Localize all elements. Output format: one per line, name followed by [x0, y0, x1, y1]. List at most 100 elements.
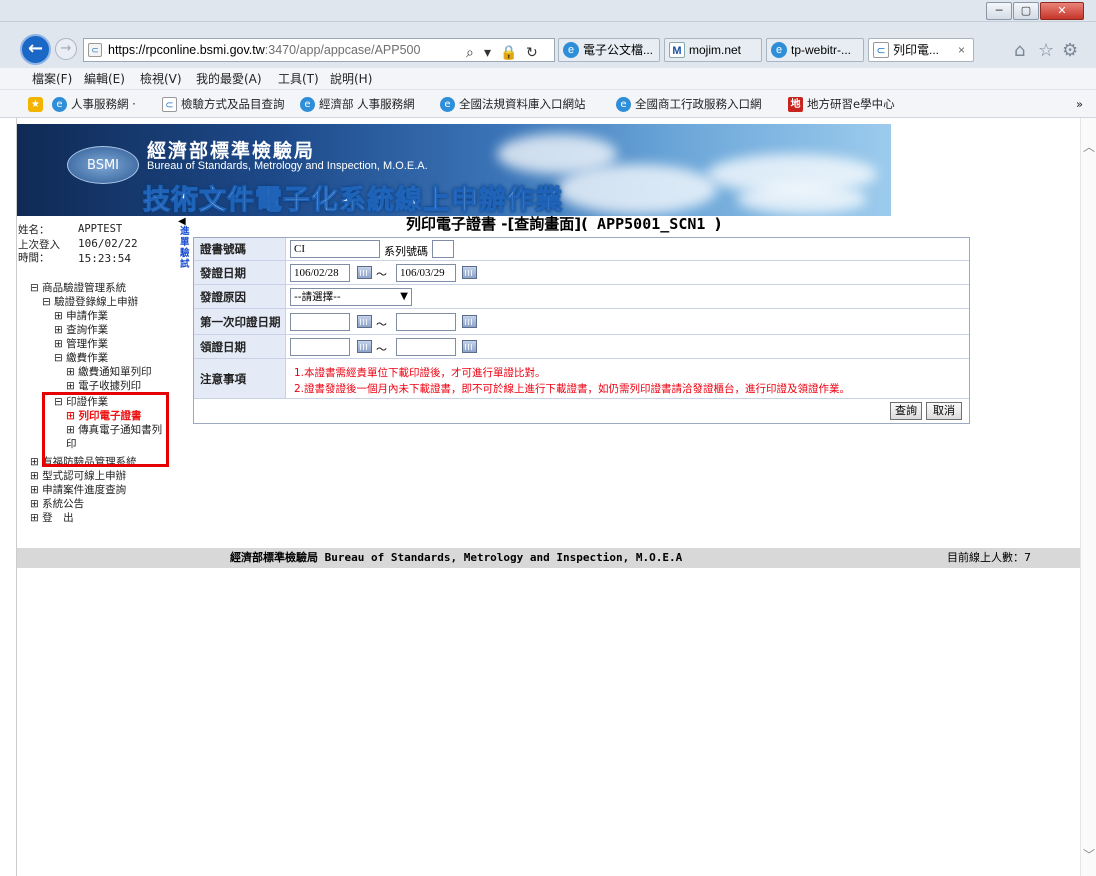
tree-apply[interactable]: ⊞ 申請作業 — [54, 308, 108, 323]
fav-label: 檢驗方式及品目查詢 — [181, 97, 285, 111]
issue-to-input[interactable]: 106/03/29 — [396, 264, 456, 282]
range-tilde: ～ — [376, 268, 387, 281]
row-issue-date: 發證日期 106/02/28 ～ 106/03/29 — [194, 261, 969, 285]
tree-fee[interactable]: ⊟ 繳費作業 — [54, 350, 108, 365]
sidebar-collapse[interactable]: ◀ 進單驗試 — [176, 216, 192, 546]
banner-title: 經濟部標準檢驗局 — [147, 140, 316, 162]
vertical-scrollbar[interactable]: ︿ ﹀ — [1080, 118, 1096, 876]
menu-help[interactable]: 說明(H) — [330, 68, 372, 90]
tab-e-document[interactable]: e 電子公文檔... — [558, 38, 660, 62]
user-name: APPTEST — [78, 223, 123, 235]
url-path: :3470/app/appcase/APP500 — [264, 43, 421, 57]
range-tilde: ～ — [376, 343, 387, 356]
calendar-icon[interactable] — [357, 340, 372, 353]
tree-progress[interactable]: ⊞ 申請案件進度查詢 — [30, 482, 126, 497]
fav-commerce[interactable]: e 全國商工行政服務入口網 — [616, 90, 762, 118]
favorites-more-icon[interactable]: » — [1076, 90, 1083, 118]
issue-date-label: 發證日期 — [194, 261, 286, 284]
bsmi-logo: BSMI — [67, 146, 139, 184]
tree-manage[interactable]: ⊞ 管理作業 — [54, 336, 108, 351]
calendar-icon[interactable] — [462, 340, 477, 353]
window-titlebar: ─ ▢ ✕ — [0, 0, 1096, 22]
favorites-star-icon[interactable]: ★ — [28, 90, 47, 118]
ie-icon: e — [52, 97, 67, 112]
system-title: 技術文件電子化系統線上申辦作業 — [143, 185, 563, 217]
issue-reason-select[interactable]: --請選擇-- ▼ — [290, 288, 412, 306]
scroll-up-icon[interactable]: ︿ — [1083, 138, 1095, 155]
calendar-icon[interactable] — [462, 266, 477, 279]
tab-label: mojim.net — [689, 43, 742, 57]
notice-label: 注意事項 — [194, 359, 286, 398]
serial-input[interactable] — [432, 240, 454, 258]
tab-print-cert[interactable]: ⊂ 列印電... × — [868, 38, 974, 62]
last-login-date: 106/02/22 — [78, 237, 138, 250]
time-label: 時間： — [18, 252, 50, 264]
tree-root[interactable]: ⊟ 商品驗證管理系統 — [30, 280, 126, 295]
fav-label: 人事服務網 · — [71, 97, 136, 111]
page-favicon-icon: ⊂ — [88, 43, 102, 57]
calendar-icon[interactable] — [357, 266, 372, 279]
ie-icon: e — [771, 42, 787, 58]
cancel-button[interactable]: 取消 — [926, 402, 962, 420]
fav-label: 全國法規資料庫入口網站 — [459, 97, 586, 111]
footer-org-cn: 經濟部標準檢驗局 — [230, 551, 318, 564]
menu-favorites[interactable]: 我的最愛(A) — [196, 68, 262, 90]
tree-fee-notice[interactable]: ⊞ 繳費通知單列印 — [66, 364, 152, 379]
receive-to-input[interactable] — [396, 338, 456, 356]
fav-law-db[interactable]: e 全國法規資料庫入口網站 — [440, 90, 586, 118]
notice-line-1: 1.本證書需經貴單位下載印證後，才可進行單證比對。 — [294, 367, 546, 379]
dropdown-icon[interactable]: ▾ — [484, 41, 491, 61]
tree-registration[interactable]: ⊟ 驗證登錄線上申辦 — [42, 294, 138, 309]
fav-inspection[interactable]: ⊂ 檢驗方式及品目查詢 — [162, 90, 285, 118]
star-icon[interactable]: ☆ — [1038, 40, 1054, 61]
close-tab-icon[interactable]: × — [958, 39, 965, 61]
scroll-down-icon[interactable]: ﹀ — [1083, 846, 1095, 863]
notice-line-2: 2.證書發證後一個月內未下載證書，即不可於線上進行下載證書，如仍需列印證書請洽發… — [294, 383, 851, 395]
tab-tp-webitr[interactable]: e tp-webitr-... — [766, 38, 864, 62]
menu-edit[interactable]: 編輯(E) — [84, 68, 125, 90]
query-button[interactable]: 查詢 — [890, 402, 922, 420]
forward-button[interactable]: → — [55, 38, 77, 60]
menu-file[interactable]: 檔案(F) — [32, 68, 72, 90]
page-title: 列印電子證書 -[查詢畫面]( APP5001_SCN1 ) — [406, 213, 721, 234]
select-value: --請選擇-- — [294, 291, 341, 303]
search-icon[interactable]: ⌕ — [466, 41, 474, 61]
ie-icon: e — [300, 97, 315, 112]
calendar-icon[interactable] — [462, 315, 477, 328]
back-button[interactable]: ← — [20, 34, 51, 65]
footer-org: 經濟部標準檢驗局 Bureau of Standards, Metrology … — [230, 548, 682, 568]
address-bar[interactable]: ⊂ https://rpconline.bsmi.gov.tw:3470/app… — [83, 38, 555, 62]
first-print-from-input[interactable] — [290, 313, 350, 331]
page-icon: ⊂ — [873, 42, 889, 58]
lock-icon[interactable]: 🔒 — [500, 41, 517, 61]
tree-type-approval[interactable]: ⊞ 型式認可線上申辦 — [30, 468, 126, 483]
refresh-icon[interactable]: ↻ — [526, 41, 538, 61]
tab-mojim[interactable]: Mmojim.net — [664, 38, 762, 62]
highlight-box — [42, 392, 169, 467]
menu-tools[interactable]: 工具(T) — [278, 68, 319, 90]
gear-icon[interactable]: ⚙ — [1062, 40, 1078, 61]
fav-elearning[interactable]: 地地方研習e學中心 — [788, 90, 895, 118]
first-print-to-input[interactable] — [396, 313, 456, 331]
chevron-down-icon: ▼ — [400, 291, 408, 302]
tab-label: 電子公文檔... — [583, 43, 654, 57]
receive-from-input[interactable] — [290, 338, 350, 356]
close-window-button[interactable]: ✕ — [1040, 2, 1084, 20]
fav-hr-service[interactable]: e 人事服務網 · — [52, 90, 136, 118]
home-icon[interactable]: ⌂ — [1014, 40, 1025, 61]
menu-view[interactable]: 檢視(V) — [140, 68, 182, 90]
cert-no-input[interactable]: CI — [290, 240, 380, 258]
row-issue-reason: 發證原因 --請選擇-- ▼ — [194, 285, 969, 309]
maximize-button[interactable]: ▢ — [1013, 2, 1039, 20]
minimize-button[interactable]: ─ — [986, 2, 1012, 20]
issue-from-input[interactable]: 106/02/28 — [290, 264, 350, 282]
title-prefix: 列印電子證書 -[查詢畫面]( — [406, 215, 589, 233]
calendar-icon[interactable] — [357, 315, 372, 328]
tree-e-receipt[interactable]: ⊞ 電子收據列印 — [66, 378, 141, 393]
tree-logout[interactable]: ⊞ 登 出 — [30, 510, 74, 525]
tree-announce[interactable]: ⊞ 系統公告 — [30, 496, 84, 511]
title-code: APP5001_SCN1 — [588, 215, 715, 233]
fav-moea-hr[interactable]: e 經濟部 人事服務網 — [300, 90, 415, 118]
tree-query[interactable]: ⊞ 查詢作業 — [54, 322, 108, 337]
row-notice: 注意事項 1.本證書需經貴單位下載印證後，才可進行單證比對。 2.證書發證後一個… — [194, 359, 969, 399]
